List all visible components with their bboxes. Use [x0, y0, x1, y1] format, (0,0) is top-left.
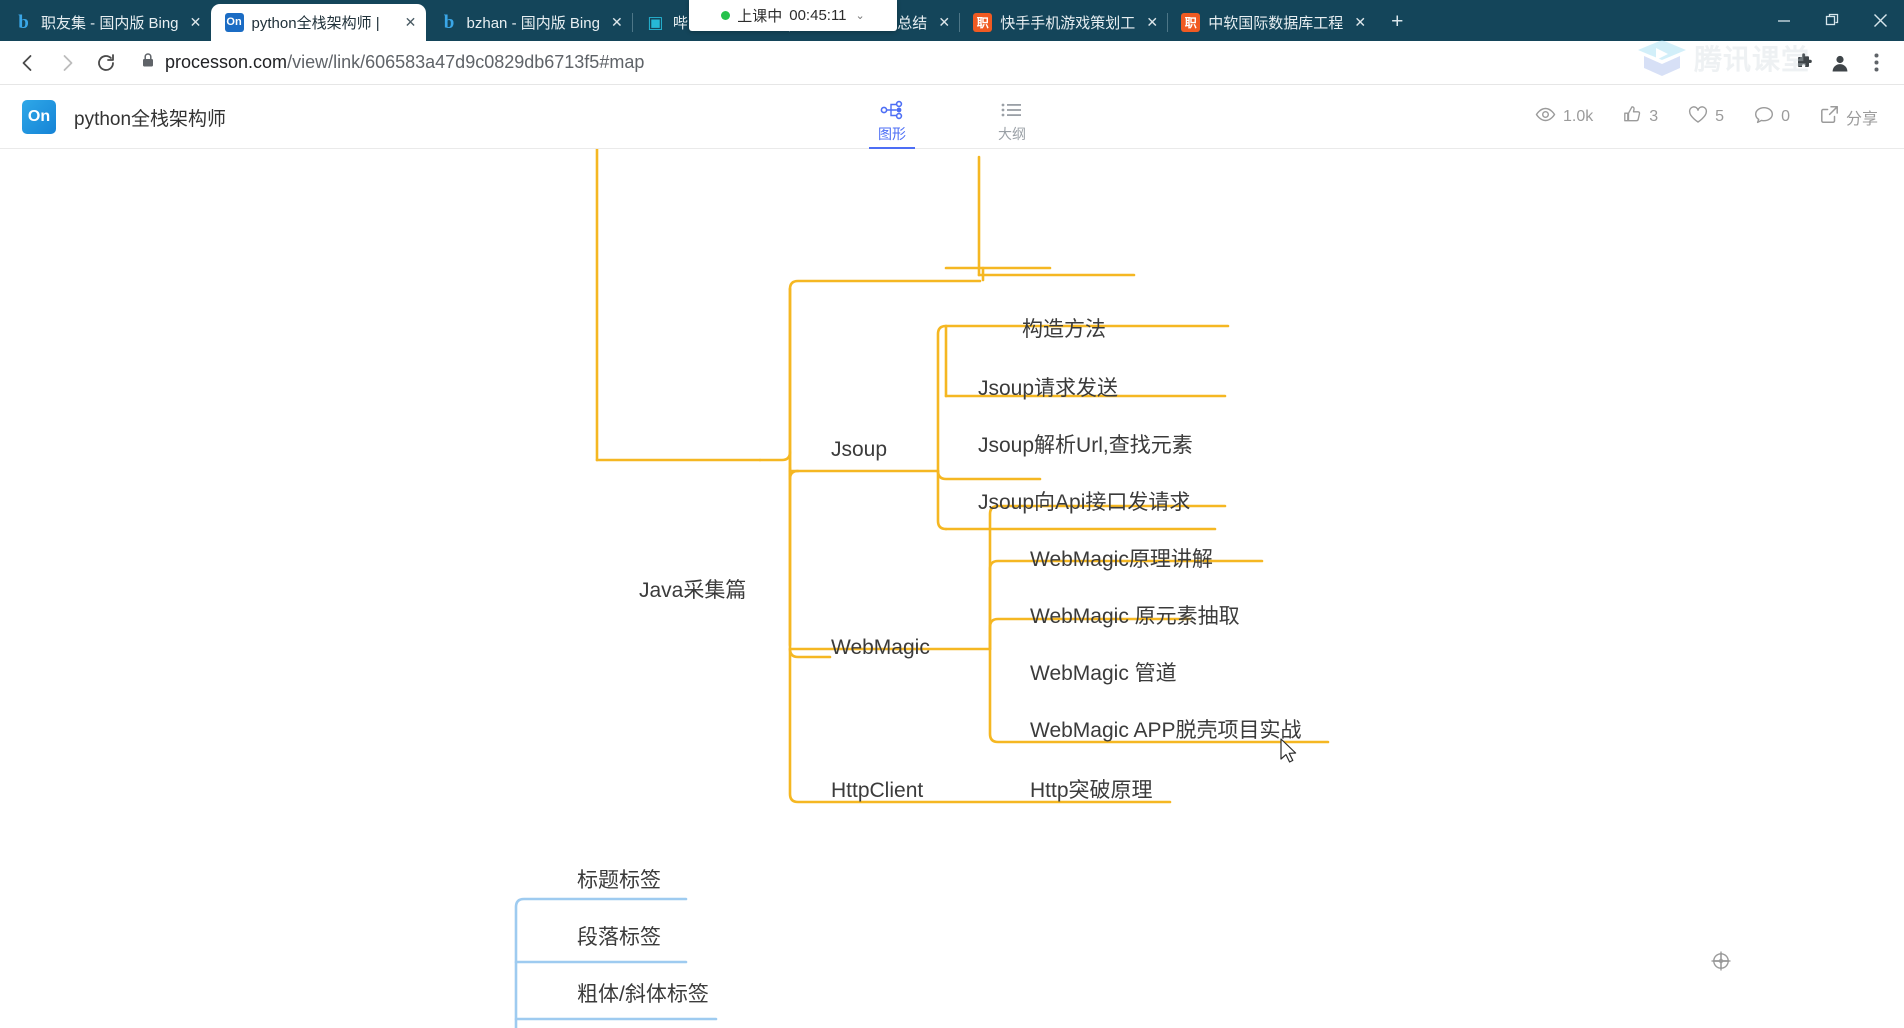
comment-icon — [1754, 106, 1774, 129]
favorite-count[interactable]: 5 — [1688, 105, 1725, 129]
browser-tab-2[interactable]: b bzhan - 国内版 Bing ✕ — [426, 4, 632, 41]
node-java-collection[interactable]: Java采集篇 — [639, 580, 746, 601]
node-constructor[interactable]: 构造方法 — [1022, 319, 1106, 340]
node-webmagic[interactable]: WebMagic — [831, 637, 930, 658]
browser-tab-strip: b 职友集 - 国内版 Bing ✕ On python全栈架构师 | ✕ b … — [0, 0, 1904, 41]
url-text: processon.com/view/link/606583a47d9c0829… — [165, 52, 644, 73]
tab-close-icon[interactable]: ✕ — [608, 14, 626, 32]
node-webmagic-principle[interactable]: WebMagic原理讲解 — [1030, 549, 1213, 570]
fit-to-screen-button[interactable] — [1711, 950, 1860, 976]
new-tab-button[interactable]: + — [1381, 6, 1413, 38]
browser-tab-title: 职友集 - 国内版 Bing — [41, 15, 179, 32]
browser-window: b 职友集 - 国内版 Bing ✕ On python全栈架构师 | ✕ b … — [0, 0, 1904, 1028]
share-button[interactable]: 分享 — [1820, 105, 1878, 129]
view-count[interactable]: 1.0k — [1535, 107, 1593, 127]
window-controls — [1760, 2, 1904, 39]
extensions-puzzle-icon[interactable] — [1788, 47, 1820, 79]
address-bar[interactable]: processon.com/view/link/606583a47d9c0829… — [127, 47, 1785, 79]
document-title: python全栈架构师 — [74, 108, 227, 130]
job-icon: 职 — [973, 13, 993, 32]
comment-count[interactable]: 0 — [1754, 106, 1790, 129]
mindmap-icon — [880, 99, 904, 121]
node-jsoup-api[interactable]: Jsoup向Api接口发请求 — [978, 492, 1190, 513]
browser-tab-title: 中软国际数据库工程 — [1208, 15, 1344, 32]
view-count-value: 1.0k — [1563, 108, 1594, 125]
lock-icon — [141, 52, 155, 73]
share-label: 分享 — [1845, 111, 1878, 128]
tab-graph[interactable]: 图形 — [859, 99, 925, 149]
node-webmagic-extract[interactable]: WebMagic 原元素抽取 — [1030, 606, 1240, 627]
node-bold-italic-tag[interactable]: 粗体/斜体标签 — [577, 984, 709, 1005]
node-jsoup-request[interactable]: Jsoup请求发送 — [978, 378, 1118, 399]
browser-tab-6[interactable]: 职 中软国际数据库工程 ✕ — [1167, 4, 1375, 41]
outline-icon — [1000, 99, 1024, 121]
browser-menu-icon[interactable] — [1860, 47, 1892, 79]
browser-tab-5[interactable]: 职 快手手机游戏策划工 ✕ — [959, 4, 1167, 41]
bilibili-icon: ▣ — [647, 13, 664, 32]
tab-close-icon[interactable]: ✕ — [935, 14, 953, 32]
thumbs-up-icon — [1623, 105, 1642, 129]
processon-logo[interactable]: On — [22, 100, 56, 134]
tab-outline-label: 大纲 — [998, 125, 1026, 142]
mindmap-canvas[interactable]: 构造方法 Jsoup Jsoup请求发送 Jsoup解析Url,查找元素 Jso… — [0, 149, 1904, 1028]
node-title-tag[interactable]: 标题标签 — [577, 870, 661, 891]
class-status-overlay[interactable]: 上课中 00:45:11 ⌄ — [689, 0, 897, 31]
tab-close-icon[interactable]: ✕ — [402, 14, 420, 32]
node-httpclient[interactable]: HttpClient — [831, 780, 923, 801]
node-jsoup[interactable]: Jsoup — [831, 439, 887, 460]
mindmap-connectors — [514, 149, 1330, 1028]
tab-outline[interactable]: 大纲 — [979, 99, 1045, 149]
job-icon: 职 — [1181, 13, 1201, 32]
processon-icon: On — [224, 13, 244, 32]
tab-close-icon[interactable]: ✕ — [1351, 14, 1369, 32]
browser-tab-title: 快手手机游戏策划工 — [1000, 15, 1136, 32]
class-timer: 00:45:11 — [789, 7, 847, 24]
node-http-principle[interactable]: Http突破原理 — [1030, 780, 1153, 801]
like-count-value: 3 — [1649, 108, 1659, 125]
tab-close-icon[interactable]: ✕ — [187, 14, 205, 32]
browser-toolbar: processon.com/view/link/606583a47d9c0829… — [0, 41, 1904, 85]
eye-icon — [1535, 107, 1556, 127]
canvas-zoom-controls — [1710, 950, 1860, 976]
url-path: /view/link/606583a47d9c0829db6713f5#map — [287, 52, 645, 72]
processon-header: On python全栈架构师 图形 大纲 1.0k 3 5 0 分享 — [0, 86, 1904, 149]
zoom-in-button[interactable] — [1713, 950, 1798, 976]
node-webmagic-app[interactable]: WebMagic APP脱壳项目实战 — [1030, 720, 1302, 741]
back-button[interactable] — [10, 45, 46, 81]
favorite-count-value: 5 — [1715, 108, 1725, 125]
browser-tab-1[interactable]: On python全栈架构师 | ✕ — [210, 4, 426, 41]
bing-icon: b — [443, 12, 455, 33]
heart-icon — [1688, 105, 1708, 129]
like-count[interactable]: 3 — [1623, 105, 1658, 129]
status-dot-icon — [721, 11, 731, 20]
profile-avatar-icon[interactable] — [1824, 47, 1856, 79]
tab-graph-label: 图形 — [878, 125, 906, 142]
node-jsoup-parse[interactable]: Jsoup解析Url,查找元素 — [978, 435, 1193, 456]
chevron-down-icon[interactable]: ⌄ — [856, 9, 865, 22]
bing-icon: b — [18, 12, 29, 33]
class-status-label: 上课中 — [737, 8, 783, 25]
close-icon[interactable] — [1856, 5, 1904, 37]
reload-button[interactable] — [88, 45, 124, 81]
share-icon — [1820, 105, 1839, 129]
minimize-icon[interactable] — [1760, 5, 1808, 37]
comment-count-value: 0 — [1781, 108, 1790, 125]
view-mode-tabs: 图形 大纲 — [859, 86, 1045, 149]
restore-icon[interactable] — [1808, 5, 1856, 37]
forward-button[interactable] — [49, 45, 85, 81]
url-host: processon.com — [165, 52, 288, 72]
browser-tab-title: bzhan - 国内版 Bing — [466, 15, 600, 32]
browser-tab-title: python全栈架构师 | — [251, 15, 380, 32]
toolbar-right-actions — [1788, 47, 1894, 79]
tab-close-icon[interactable]: ✕ — [1143, 14, 1161, 32]
node-webmagic-pipeline[interactable]: WebMagic 管道 — [1030, 663, 1177, 684]
browser-tab-0[interactable]: b 职友集 - 国内版 Bing ✕ — [0, 4, 211, 41]
document-stats: 1.0k 3 5 0 分享 — [1535, 105, 1878, 129]
node-paragraph-tag[interactable]: 段落标签 — [577, 927, 661, 948]
